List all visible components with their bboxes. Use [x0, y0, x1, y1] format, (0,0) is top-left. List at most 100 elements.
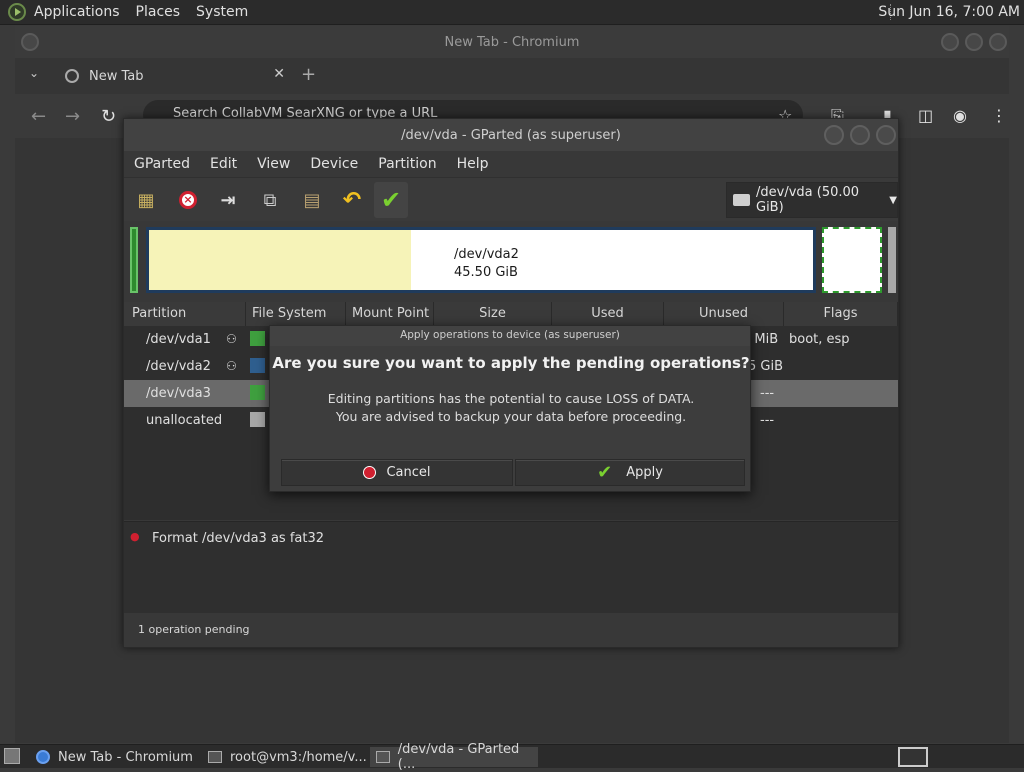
map-used-space [149, 230, 411, 290]
cancel-button[interactable]: Cancel [281, 459, 513, 486]
map-segment-label: /dev/vda2 45.50 GiB [454, 246, 519, 282]
col-file-system[interactable]: File System [246, 302, 346, 326]
pending-operations-list: ● Format /dev/vda3 as fat32 [124, 521, 898, 613]
tab-new-tab[interactable]: New Tab ✕ [53, 62, 289, 90]
taskbar: New Tab - Chromium root@vm3:/home/v... /… [0, 742, 1024, 772]
forward-arrow-icon[interactable]: → [65, 106, 80, 127]
workspace-switcher[interactable] [898, 747, 928, 767]
fs-color-swatch [250, 358, 265, 373]
back-arrow-icon[interactable]: ← [31, 106, 46, 127]
dialog-question: Are you sure you want to apply the pendi… [272, 354, 750, 372]
checkmark-icon: ✔ [380, 186, 402, 214]
checkmark-icon: ✔ [597, 462, 613, 483]
col-mount-point[interactable]: Mount Point [346, 302, 434, 326]
chromium-icon [36, 750, 50, 764]
gparted-minimize-button[interactable] [824, 125, 844, 145]
col-partition[interactable]: Partition [124, 302, 246, 326]
partition-name: unallocated [146, 413, 223, 428]
menu-places[interactable]: Places [128, 4, 189, 20]
globe-icon [65, 69, 79, 83]
task-chromium[interactable]: New Tab - Chromium [30, 747, 200, 767]
copy-icon: ⧉ [263, 189, 277, 211]
cancel-icon [363, 466, 377, 479]
unused-value: 5 GiB [748, 359, 784, 374]
menu-help[interactable]: Help [447, 156, 499, 172]
map-vda2-segment[interactable]: /dev/vda2 45.50 GiB [146, 227, 816, 293]
menu-gparted[interactable]: GParted [124, 156, 200, 172]
delete-icon: × [179, 191, 197, 209]
delete-partition-button[interactable]: × [174, 186, 202, 214]
status-bar: 1 operation pending [124, 615, 898, 647]
clock[interactable]: Sun Jun 16, 7:00 AM [878, 4, 1020, 20]
gparted-toolbar: ▦ × ⇥ ⧉ ▤ ↶ ✔ /dev/vda (50.00 GiB) ▼ [124, 177, 898, 221]
paste-icon: ▤ [303, 189, 321, 211]
distro-logo-icon[interactable] [8, 3, 26, 21]
col-flags[interactable]: Flags [784, 302, 898, 326]
map-partition-name: /dev/vda2 [454, 247, 519, 262]
map-vda3-segment[interactable] [822, 227, 882, 293]
operation-item[interactable]: Format /dev/vda3 as fat32 [152, 531, 324, 546]
apply-all-button[interactable]: ✔ [374, 182, 408, 218]
map-unallocated-segment[interactable] [888, 227, 896, 293]
dropdown-arrow-icon: ▼ [889, 194, 897, 206]
gparted-menubar: GParted Edit View Device Partition Help [124, 151, 898, 177]
device-selector[interactable]: /dev/vda (50.00 GiB) ▼ [726, 182, 898, 218]
menu-applications[interactable]: Applications [26, 4, 128, 20]
kebab-menu-icon[interactable]: ⋮ [991, 106, 1007, 125]
menu-system[interactable]: System [188, 4, 256, 20]
partition-map: /dev/vda2 45.50 GiB [128, 225, 896, 297]
copy-button[interactable]: ⧉ [256, 186, 284, 214]
flags-value: boot, esp [789, 332, 850, 347]
task-terminal[interactable]: root@vm3:/home/v... [202, 747, 368, 767]
new-partition-button[interactable]: ▦ [132, 186, 160, 214]
task-gparted[interactable]: /dev/vda - GParted (... [370, 742, 538, 772]
undo-button[interactable]: ↶ [338, 186, 366, 214]
profile-avatar-icon[interactable]: ◉ [953, 106, 967, 125]
gparted-titlebar[interactable]: /dev/vda - GParted (as superuser) [124, 119, 898, 151]
dialog-warning-line2: You are advised to backup your data befo… [335, 409, 687, 424]
col-used[interactable]: Used [552, 302, 664, 326]
partition-name: /dev/vda3 [146, 386, 211, 401]
apply-button[interactable]: ✔ Apply [515, 459, 745, 486]
resize-icon: ⇥ [220, 189, 236, 211]
undo-arrow-icon: ↶ [342, 187, 362, 213]
new-partition-icon: ▦ [137, 189, 155, 211]
paste-button[interactable]: ▤ [298, 186, 326, 214]
tab-strip: ⌄ New Tab ✕ + [15, 58, 1009, 94]
partition-name: /dev/vda1 [146, 332, 211, 347]
tab-search-chevron-icon[interactable]: ⌄ [29, 66, 39, 80]
menu-edit[interactable]: Edit [200, 156, 247, 172]
menu-view[interactable]: View [247, 156, 300, 172]
maximize-button[interactable] [965, 33, 983, 51]
fs-color-swatch [250, 412, 265, 427]
map-vda1-segment[interactable] [130, 227, 138, 293]
key-icon: ⚇ [226, 332, 237, 346]
side-panel-icon[interactable]: ◫ [918, 106, 933, 125]
resize-move-button[interactable]: ⇥ [214, 186, 242, 214]
show-desktop-icon[interactable] [4, 748, 20, 764]
minimize-button[interactable] [941, 33, 959, 51]
close-button[interactable] [989, 33, 1007, 51]
reload-icon[interactable]: ↻ [101, 106, 116, 127]
new-tab-plus-icon[interactable]: + [301, 64, 316, 85]
gparted-close-button[interactable] [876, 125, 896, 145]
dialog-warning-line1: Editing partitions has the potential to … [327, 391, 695, 406]
device-select-value: /dev/vda (50.00 GiB) [756, 185, 860, 215]
menu-device[interactable]: Device [300, 156, 368, 172]
dialog-title[interactable]: Apply operations to device (as superuser… [270, 326, 750, 346]
tab-label: New Tab [89, 68, 144, 84]
format-operation-icon: ● [130, 530, 140, 543]
task-label: root@vm3:/home/v... [230, 749, 367, 765]
cancel-label: Cancel [386, 465, 431, 480]
apply-label: Apply [626, 465, 663, 480]
tab-close-icon[interactable]: ✕ [273, 66, 285, 82]
gparted-maximize-button[interactable] [850, 125, 870, 145]
col-unused[interactable]: Unused [664, 302, 784, 326]
menu-partition[interactable]: Partition [368, 156, 446, 172]
window-menu-button[interactable] [21, 33, 39, 51]
task-label: New Tab - Chromium [58, 749, 193, 765]
disk-icon [733, 194, 750, 206]
fs-color-swatch [250, 331, 265, 346]
chromium-titlebar[interactable]: New Tab - Chromium [15, 26, 1009, 58]
col-size[interactable]: Size [434, 302, 552, 326]
